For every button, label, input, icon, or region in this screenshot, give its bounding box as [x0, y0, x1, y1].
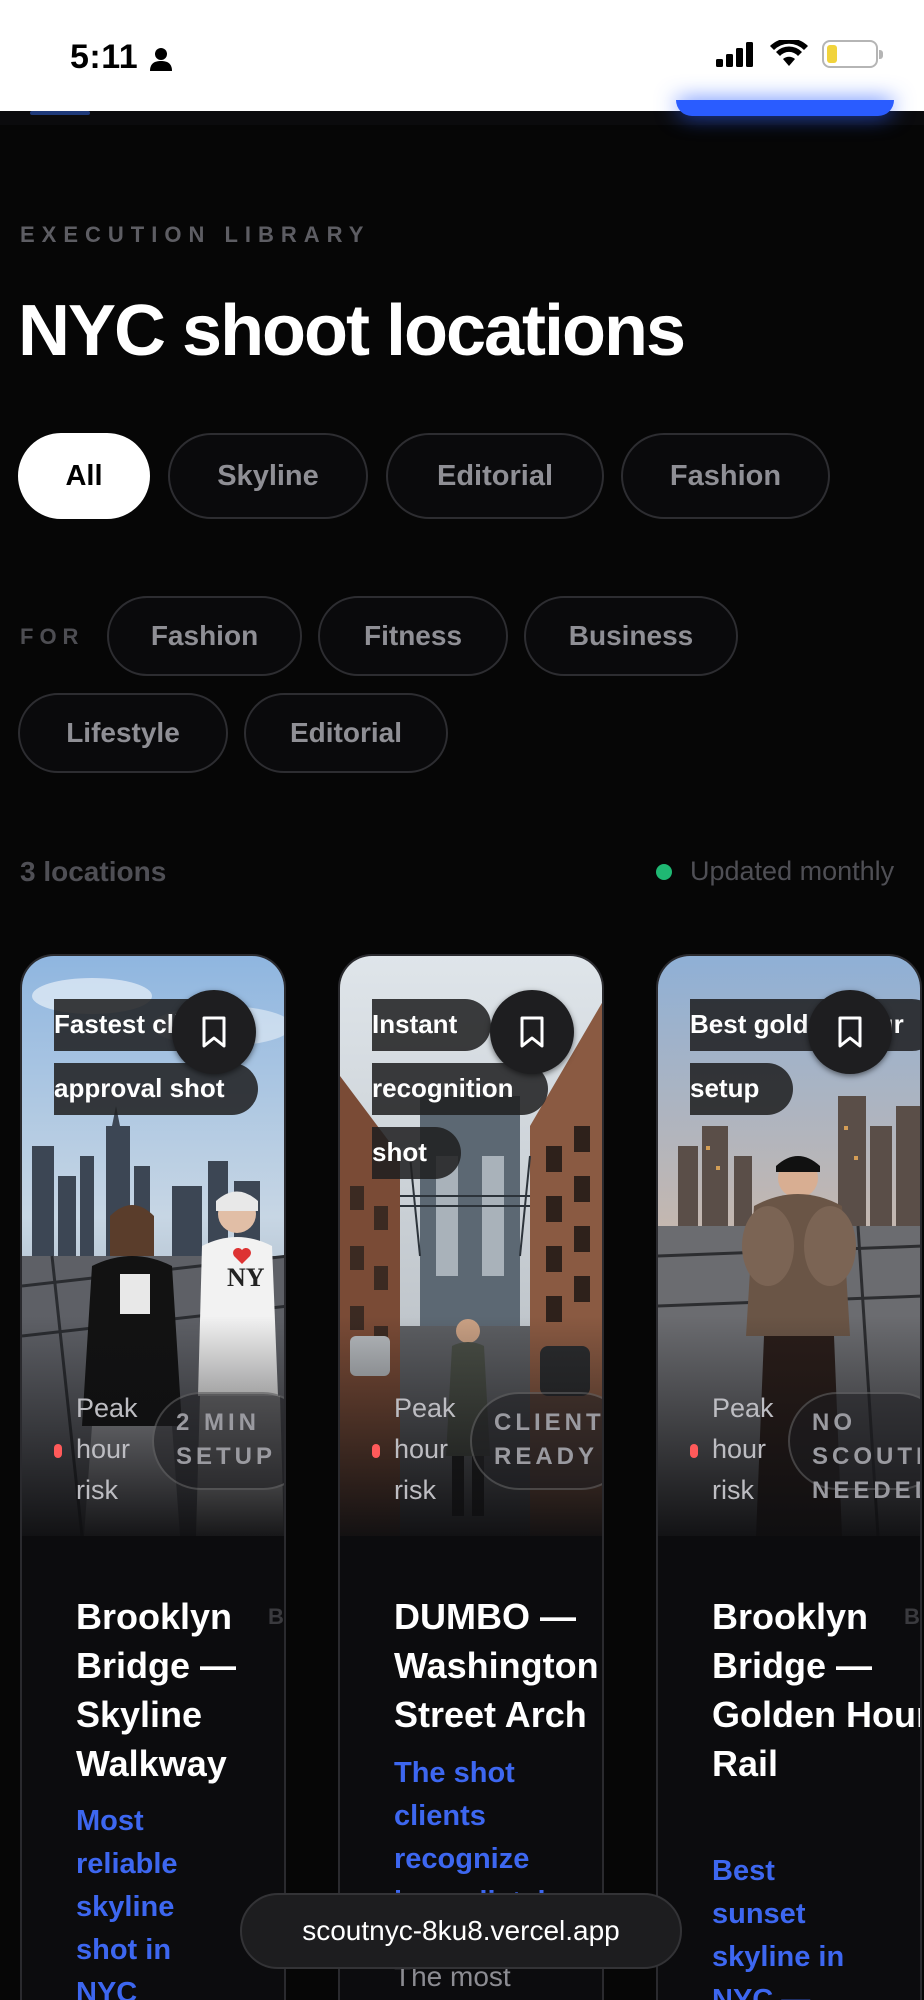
risk-indicator — [54, 1444, 62, 1458]
bookmark-icon — [202, 1016, 226, 1048]
section-eyebrow: EXECUTION LIBRARY — [20, 222, 371, 247]
svg-text:NY: NY — [227, 1263, 265, 1292]
audience-chip-fashion[interactable]: Fashion — [107, 596, 302, 676]
risk-indicator — [372, 1444, 380, 1458]
card-title: DUMBO — Washington Street Arch — [394, 1596, 599, 1735]
bookmark-button[interactable] — [808, 990, 892, 1074]
card-title: Brooklyn Bridge — Skyline Walkway — [76, 1596, 237, 1784]
setup-badge: NO SCOUTING NEEDED — [788, 1392, 920, 1504]
signal-icon — [716, 42, 753, 67]
bookmark-button[interactable] — [172, 990, 256, 1074]
risk-label: Peak hour risk — [712, 1393, 774, 1505]
location-card[interactable]: Best golden hour setup Peak hour risk NO… — [656, 954, 922, 2000]
audience-chip-fitness[interactable]: Fitness — [318, 596, 508, 676]
battery-icon — [822, 40, 883, 68]
audience-chip-business[interactable]: Business — [524, 596, 738, 676]
update-frequency-text: Updated monthly — [690, 856, 895, 886]
status-dot — [656, 863, 672, 880]
location-count: 3 locations — [20, 856, 167, 887]
status-time: 5:11 — [70, 38, 139, 76]
next-card-peek: B — [904, 1604, 920, 1629]
wifi-icon — [770, 40, 808, 66]
card-subtitle: Best sunset skyline in NYC — — [712, 1855, 845, 2000]
setup-badge: CLIENT READY — [470, 1392, 602, 1490]
app-screen: 5:11 EXECUTION LIBRARY NYC shoot locatio… — [0, 0, 924, 2000]
setup-badge: 2 MIN SETUP — [152, 1392, 284, 1490]
risk-label: Peak hour risk — [76, 1393, 138, 1505]
status-icons — [716, 40, 883, 68]
top-nav-underline — [30, 111, 90, 115]
audience-chip-editorial[interactable]: Editorial — [244, 693, 448, 773]
card-subtitle: Most reliable skyline shot in NYC — [76, 1805, 178, 2000]
person-icon — [150, 48, 172, 71]
location-card[interactable]: NY Fastest client approval shot Peak hou… — [20, 954, 286, 2000]
bookmark-icon — [520, 1016, 544, 1048]
location-card[interactable]: Instant recognition shot Peak hour risk … — [338, 954, 604, 2000]
battery-level — [827, 45, 837, 63]
next-card-peek: B — [268, 1604, 284, 1629]
bookmark-button[interactable] — [490, 990, 574, 1074]
filter-chip-fashion[interactable]: Fashion — [621, 433, 830, 519]
audience-chip-lifestyle[interactable]: Lifestyle — [18, 693, 228, 773]
page-title: NYC shoot locations — [18, 291, 686, 371]
status-bar: 5:11 — [0, 0, 924, 111]
risk-indicator — [690, 1444, 698, 1458]
filter-chip-skyline[interactable]: Skyline — [168, 433, 368, 519]
filter-chip-all[interactable]: All — [18, 433, 150, 519]
filter-chip-editorial[interactable]: Editorial — [386, 433, 604, 519]
update-frequency: Updated monthly — [656, 856, 894, 887]
nav-cta-button-edge[interactable] — [676, 100, 894, 116]
risk-label: Peak hour risk — [394, 1393, 456, 1505]
bookmark-icon — [838, 1016, 862, 1048]
card-title: Brooklyn Bridge — Golden Hour Rail — [712, 1596, 922, 1784]
for-label: FOR — [20, 624, 85, 649]
browser-url-bar[interactable]: scoutnyc-8ku8.vercel.app — [240, 1893, 682, 1969]
